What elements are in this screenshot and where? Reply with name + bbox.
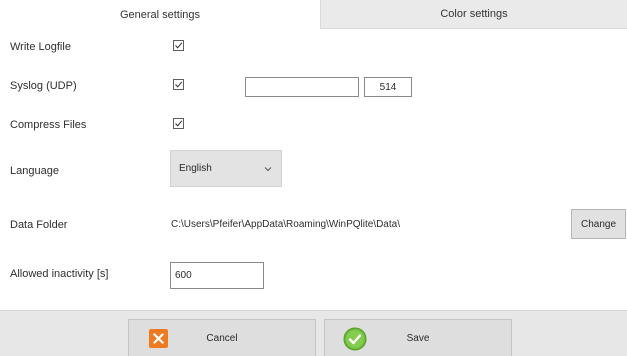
settings-window: General settings Color settings Write Lo…	[0, 0, 627, 356]
tab-color-settings[interactable]: Color settings	[320, 0, 627, 29]
allowed-inactivity-input[interactable]: 600	[170, 262, 264, 289]
tab-bar: General settings Color settings	[0, 0, 627, 29]
check-icon	[175, 81, 183, 88]
language-label: Language	[10, 165, 59, 177]
cancel-button-label: Cancel	[206, 332, 238, 344]
tab-general-settings[interactable]: General settings	[0, 0, 320, 29]
allowed-inactivity-label: Allowed inactivity [s]	[10, 268, 109, 280]
footer-bar: Cancel Save	[0, 310, 627, 356]
compress-files-checkbox[interactable]	[173, 118, 184, 129]
save-button-label: Save	[406, 332, 430, 344]
check-icon	[175, 42, 183, 49]
chevron-down-icon	[264, 167, 272, 172]
check-icon	[175, 120, 183, 127]
save-button[interactable]: Save	[324, 319, 512, 356]
data-folder-path: C:\Users\Pfeifer\AppData\Roaming\WinPQli…	[171, 219, 400, 230]
syslog-host-input[interactable]	[245, 77, 359, 97]
syslog-port-input[interactable]: 514	[364, 77, 412, 97]
change-folder-button[interactable]: Change	[571, 209, 626, 239]
tab-color-label: Color settings	[440, 8, 508, 20]
tab-general-label: General settings	[119, 8, 201, 21]
cancel-button[interactable]: Cancel	[128, 319, 316, 356]
syslog-label: Syslog (UDP)	[10, 80, 77, 92]
language-dropdown[interactable]: English	[170, 150, 282, 187]
write-logfile-checkbox[interactable]	[173, 40, 184, 51]
compress-files-label: Compress Files	[10, 119, 87, 131]
data-folder-label: Data Folder	[10, 219, 68, 231]
syslog-checkbox[interactable]	[173, 79, 184, 90]
language-selected-value: English	[179, 163, 212, 174]
write-logfile-label: Write Logfile	[10, 41, 71, 53]
change-button-label: Change	[580, 218, 617, 230]
